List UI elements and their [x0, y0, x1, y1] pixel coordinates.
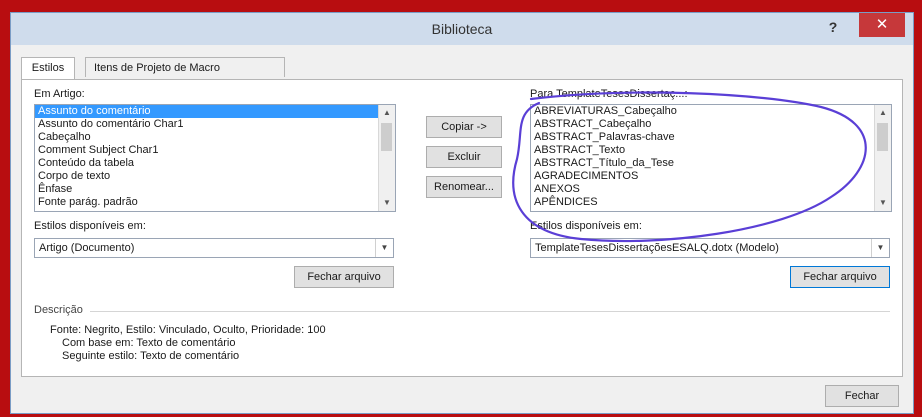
list-item[interactable]: Comment Subject Char1 [35, 144, 395, 157]
list-item[interactable]: Assunto do comentário Char1 [35, 118, 395, 131]
library-dialog: Biblioteca ? ✕ Estilos Itens de Projeto … [10, 12, 914, 414]
left-close-file-button[interactable]: Fechar arquivo [294, 266, 394, 288]
list-item[interactable]: ABSTRACT_Cabeçalho [531, 118, 891, 131]
list-item[interactable]: ABREVIATURAS_Cabeçalho [531, 105, 891, 118]
styles-panel: Em Artigo: Assunto do comentário Assunto… [21, 79, 903, 377]
description-line-1: Fonte: Negrito, Estilo: Vinculado, Ocult… [50, 324, 326, 336]
chevron-down-icon[interactable]: ▼ [375, 239, 393, 257]
rename-button[interactable]: Renomear... [426, 176, 502, 198]
right-available-select[interactable]: TemplateTesesDissertaçõesESALQ.dotx (Mod… [530, 238, 890, 258]
list-item[interactable]: ABSTRACT_Texto [531, 144, 891, 157]
list-item[interactable]: Conteúdo da tabela [35, 157, 395, 170]
left-list-label: Em Artigo: [34, 88, 85, 100]
right-available-value: TemplateTesesDissertaçõesESALQ.dotx (Mod… [535, 242, 779, 254]
scroll-up-icon[interactable]: ▲ [875, 105, 891, 121]
tab-macro-project-items[interactable]: Itens de Projeto de Macro [85, 57, 285, 77]
list-item[interactable]: Fonte parág. padrão [35, 196, 395, 209]
list-item[interactable]: AGRADECIMENTOS [531, 170, 891, 183]
list-item[interactable]: ABSTRACT_Título_da_Tese [531, 157, 891, 170]
left-available-label: Estilos disponíveis em: [34, 220, 146, 232]
left-available-value: Artigo (Documento) [39, 242, 135, 254]
scroll-down-icon[interactable]: ▼ [379, 195, 395, 211]
left-available-select[interactable]: Artigo (Documento) ▼ [34, 238, 394, 258]
dialog-title: Biblioteca [431, 21, 493, 37]
scroll-thumb[interactable] [381, 123, 392, 151]
right-close-file-button[interactable]: Fechar arquivo [790, 266, 890, 288]
description-line-2: Com base em: Texto de comentário [62, 337, 236, 349]
list-item[interactable]: Ênfase [35, 183, 395, 196]
title-bar: Biblioteca ? ✕ [11, 13, 913, 45]
delete-button[interactable]: Excluir [426, 146, 502, 168]
right-available-label: Estilos disponíveis em: [530, 220, 642, 232]
scroll-up-icon[interactable]: ▲ [379, 105, 395, 121]
left-list-scrollbar[interactable]: ▲ ▼ [378, 105, 395, 211]
close-icon[interactable]: ✕ [859, 13, 905, 37]
description-label: Descrição [34, 304, 83, 316]
red-highlight-frame: Biblioteca ? ✕ Estilos Itens de Projeto … [2, 2, 918, 414]
list-item[interactable]: Cabeçalho [35, 131, 395, 144]
description-line-3: Seguinte estilo: Texto de comentário [62, 350, 240, 362]
list-item[interactable]: ANEXOS [531, 183, 891, 196]
scroll-thumb[interactable] [877, 123, 888, 151]
tab-styles[interactable]: Estilos [21, 57, 75, 79]
right-list-scrollbar[interactable]: ▲ ▼ [874, 105, 891, 211]
left-style-list[interactable]: Assunto do comentário Assunto do comentá… [34, 104, 396, 212]
scroll-down-icon[interactable]: ▼ [875, 195, 891, 211]
list-item[interactable]: Assunto do comentário [35, 105, 395, 118]
copy-button[interactable]: Copiar -> [426, 116, 502, 138]
list-item[interactable]: Corpo de texto [35, 170, 395, 183]
list-item[interactable]: ABSTRACT_Palavras-chave [531, 131, 891, 144]
list-item[interactable]: APÊNDICES [531, 196, 891, 209]
help-icon[interactable]: ? [825, 19, 841, 35]
description-divider [90, 311, 890, 312]
close-dialog-button[interactable]: Fechar [825, 385, 899, 407]
chevron-down-icon[interactable]: ▼ [871, 239, 889, 257]
right-list-label: Para TemplateTesesDissertaç...: [530, 88, 688, 100]
right-style-list[interactable]: ABREVIATURAS_Cabeçalho ABSTRACT_Cabeçalh… [530, 104, 892, 212]
